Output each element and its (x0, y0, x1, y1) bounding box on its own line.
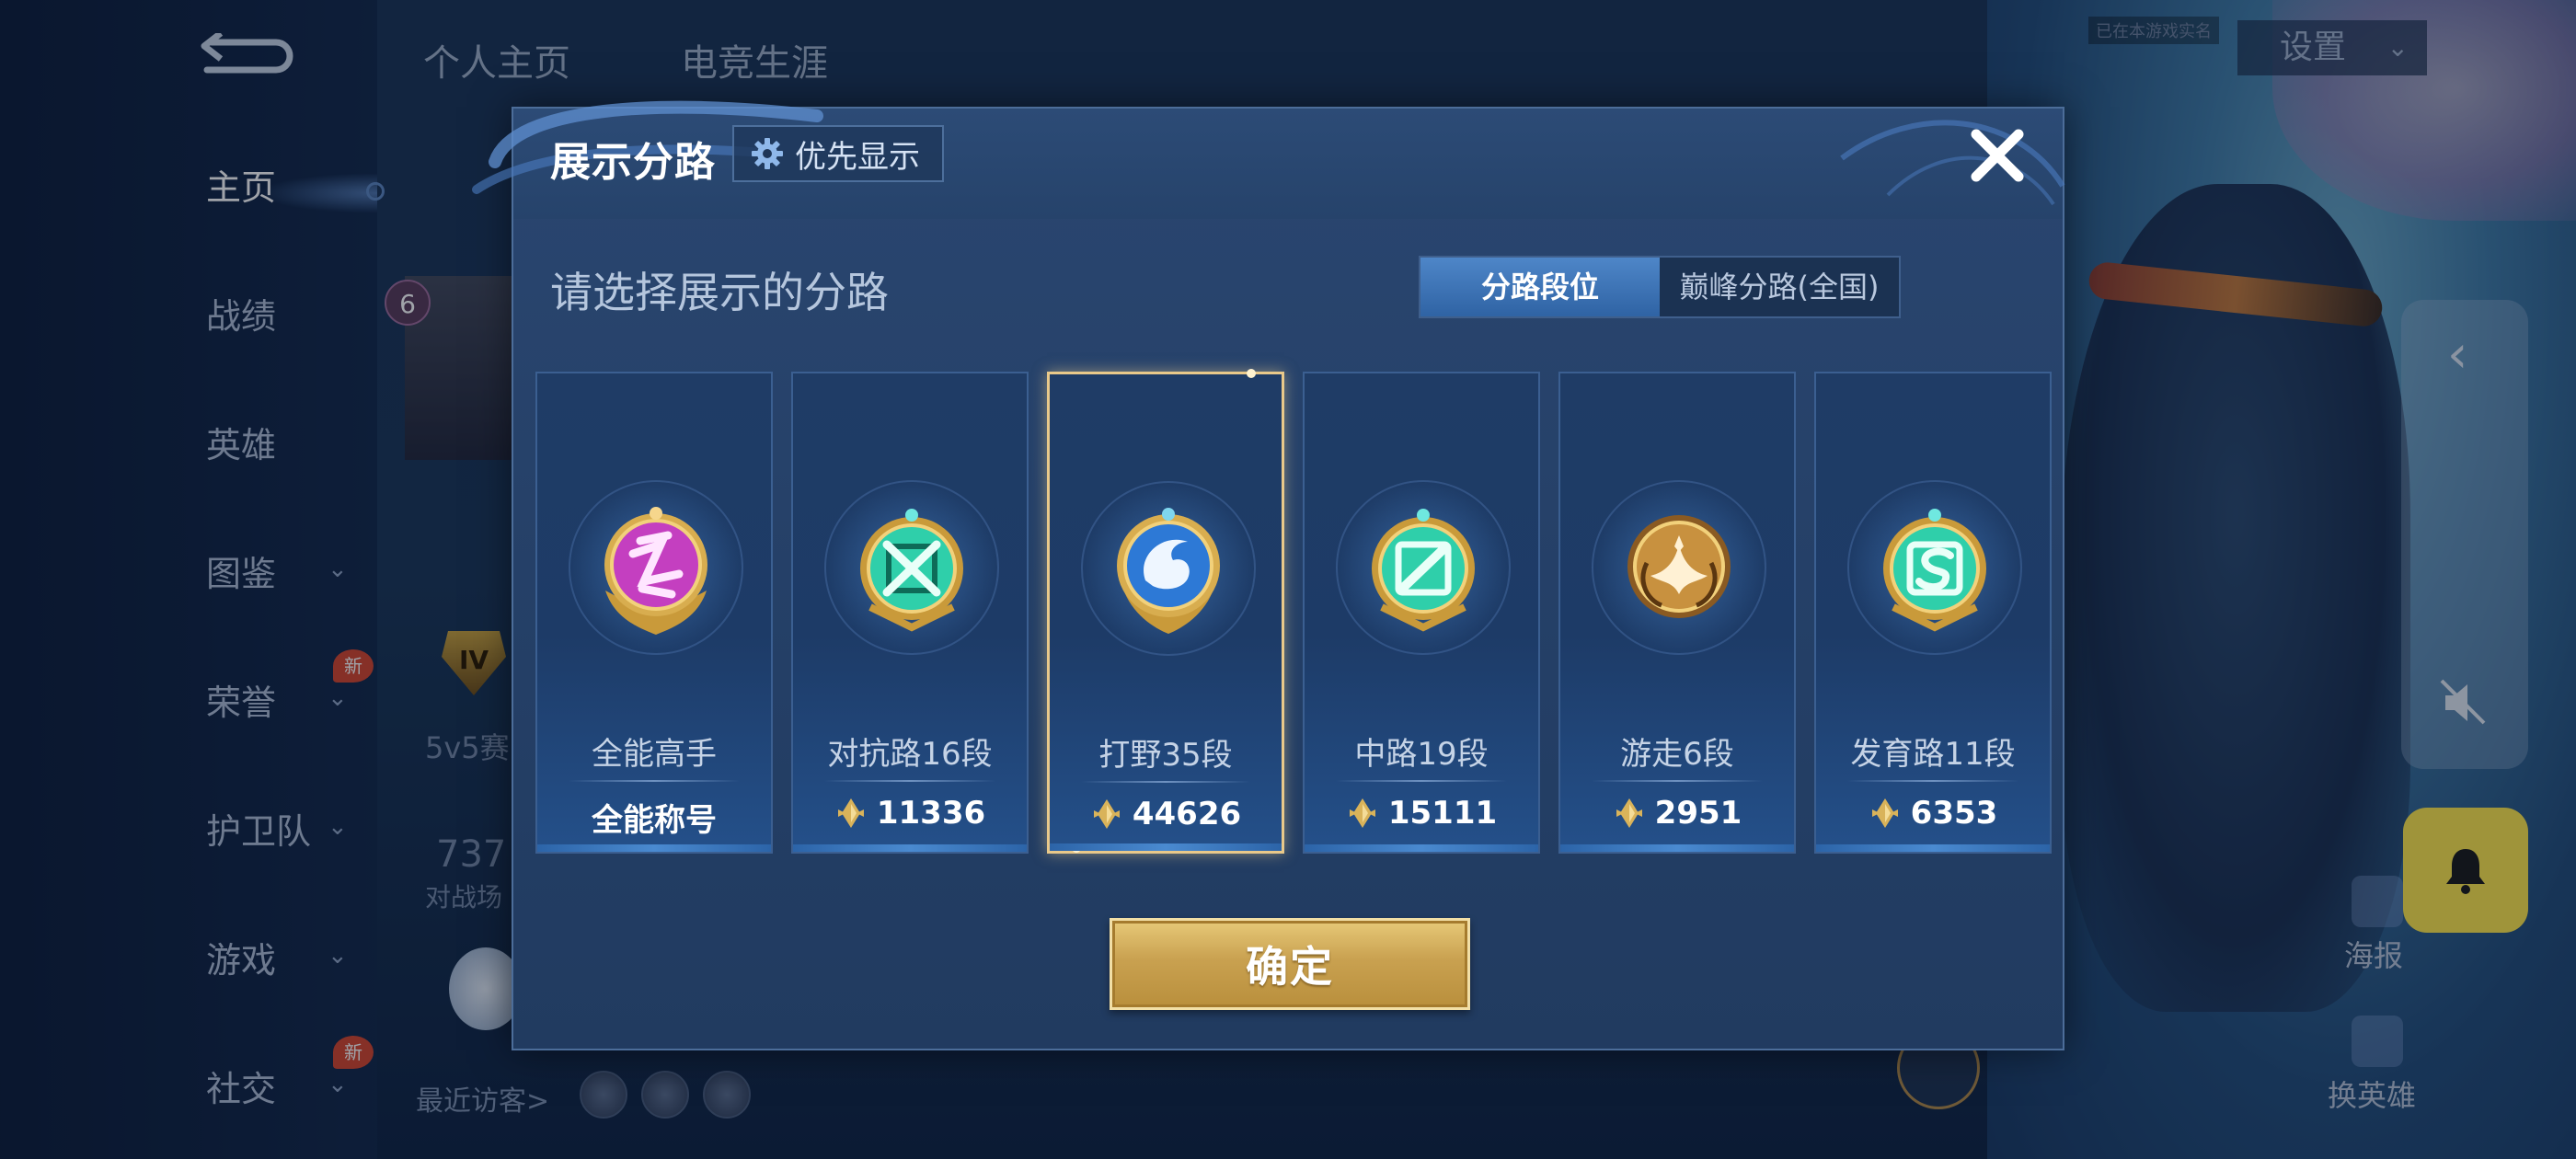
divider (1081, 781, 1250, 783)
rank-point-icon (1871, 798, 1898, 828)
lane-card-jungle[interactable]: 打野35段 44626 (1047, 369, 1284, 854)
lane-score: 44626 (1050, 796, 1282, 832)
allround-emblem-icon (604, 507, 707, 635)
lane-score-value: 2951 (1654, 795, 1742, 832)
gear-icon (752, 138, 783, 169)
lane-name: 对抗路16段 (827, 736, 993, 773)
divider (824, 780, 995, 782)
lane-name: 游走6段 (1620, 736, 1734, 773)
lane-name: 中路19段 (1354, 736, 1489, 773)
tab-peak-lane-national[interactable]: 巅峰分路(全国) (1660, 258, 1899, 316)
lane-name: 打野35段 (1098, 737, 1233, 774)
lane-score: 6353 (1816, 795, 2050, 832)
lane-score-value: 44626 (1132, 796, 1242, 832)
lane-card-roam[interactable]: 游走6段 2951 (1558, 372, 1796, 854)
lane-card-allround[interactable]: 全能高手 全能称号 (535, 372, 773, 854)
priority-display-button[interactable]: 优先显示 (732, 125, 944, 182)
tab-lane-rank[interactable]: 分路段位 (1420, 258, 1660, 316)
rank-point-icon (1349, 798, 1375, 828)
divider (1847, 780, 2018, 782)
divider (569, 780, 740, 782)
lane-name: 全能高手 (592, 736, 717, 773)
lane-score: 11336 (793, 795, 1027, 832)
lane-score-value: 6353 (1910, 795, 1998, 832)
jungle-emblem-icon (1117, 508, 1220, 634)
priority-display-label: 优先显示 (795, 138, 920, 176)
clash-lane-emblem-icon (860, 509, 963, 632)
lane-card-farm[interactable]: 发育路11段 6353 (1814, 372, 2052, 854)
display-lane-dialog: 展示分路 优先显示 请选择展示的分路 分路段位 巅峰分路(全国) 全能高手 全能… (472, 100, 2065, 1050)
selection-corner-dot (1072, 843, 1081, 853)
selection-corner-dot (1247, 369, 1256, 378)
divider (1592, 780, 1763, 782)
header-swirl-decoration (1840, 120, 2065, 206)
lane-score: 15111 (1305, 795, 1538, 832)
lane-score-value: 全能称号 (592, 802, 717, 839)
lane-score: 2951 (1560, 795, 1794, 832)
mid-lane-emblem-icon (1372, 509, 1475, 632)
rank-point-icon (1616, 798, 1642, 828)
close-icon (1971, 129, 2024, 182)
divider (1336, 780, 1507, 782)
dialog-subtitle: 请选择展示的分路 (550, 268, 889, 317)
lane-type-segmented-control: 分路段位 巅峰分路(全国) (1419, 256, 1901, 318)
confirm-button-label: 确定 (1246, 942, 1334, 992)
rank-point-icon (1093, 799, 1120, 829)
lane-score: 全能称号 (537, 795, 771, 840)
lane-card-clash[interactable]: 对抗路16段 11336 (791, 372, 1029, 854)
farm-lane-emblem-icon (1883, 509, 1986, 632)
dialog-title: 展示分路 (550, 139, 716, 186)
lane-score-value: 11336 (876, 795, 986, 832)
lane-score-value: 15111 (1387, 795, 1498, 832)
close-button[interactable] (1965, 123, 2030, 188)
lane-card-mid[interactable]: 中路19段 15111 (1303, 372, 1540, 854)
roam-emblem-icon (1627, 515, 1731, 618)
rank-point-icon (837, 798, 864, 828)
confirm-button[interactable]: 确定 (1110, 918, 1470, 1010)
lane-name: 发育路11段 (1850, 736, 2016, 773)
